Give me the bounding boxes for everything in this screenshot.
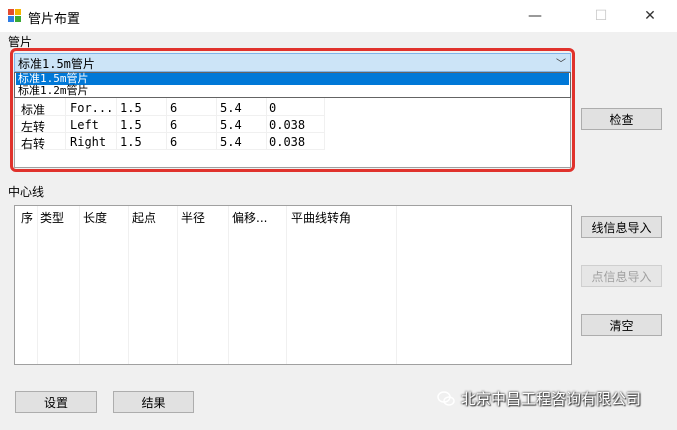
column-header[interactable]: 平曲线转角 xyxy=(291,209,351,226)
watermark: 北京中昌工程咨询有限公司 xyxy=(437,388,641,409)
maximize-button: ☐ xyxy=(594,8,608,24)
wechat-icon xyxy=(437,390,455,408)
import-line-info-button[interactable]: 线信息导入 xyxy=(581,216,662,238)
minimize-button[interactable]: — xyxy=(512,0,558,32)
clear-button[interactable]: 清空 xyxy=(581,314,662,336)
results-button[interactable]: 结果 xyxy=(113,391,194,413)
check-button[interactable]: 检查 xyxy=(581,108,662,130)
column-header[interactable]: 起点 xyxy=(132,209,156,226)
settings-button[interactable]: 设置 xyxy=(15,391,97,413)
centerline-table: 序 类型 长度 起点 半径 偏移... 平曲线转角 xyxy=(14,205,572,365)
window-title: 管片布置 xyxy=(28,12,81,27)
column-header[interactable]: 长度 xyxy=(83,209,107,226)
app-icon xyxy=(8,9,22,23)
close-button[interactable]: ✕ xyxy=(627,0,673,32)
column-header[interactable]: 序 xyxy=(21,209,33,226)
column-header[interactable]: 类型 xyxy=(40,209,64,226)
red-highlight-box xyxy=(10,48,575,172)
watermark-text: 北京中昌工程咨询有限公司 xyxy=(461,390,642,408)
centerline-group-label: 中心线 xyxy=(8,185,45,199)
column-header[interactable]: 半径 xyxy=(181,209,205,226)
title-bar xyxy=(0,0,677,32)
import-point-info-button: 点信息导入 xyxy=(581,265,662,287)
column-header[interactable]: 偏移... xyxy=(232,209,267,226)
